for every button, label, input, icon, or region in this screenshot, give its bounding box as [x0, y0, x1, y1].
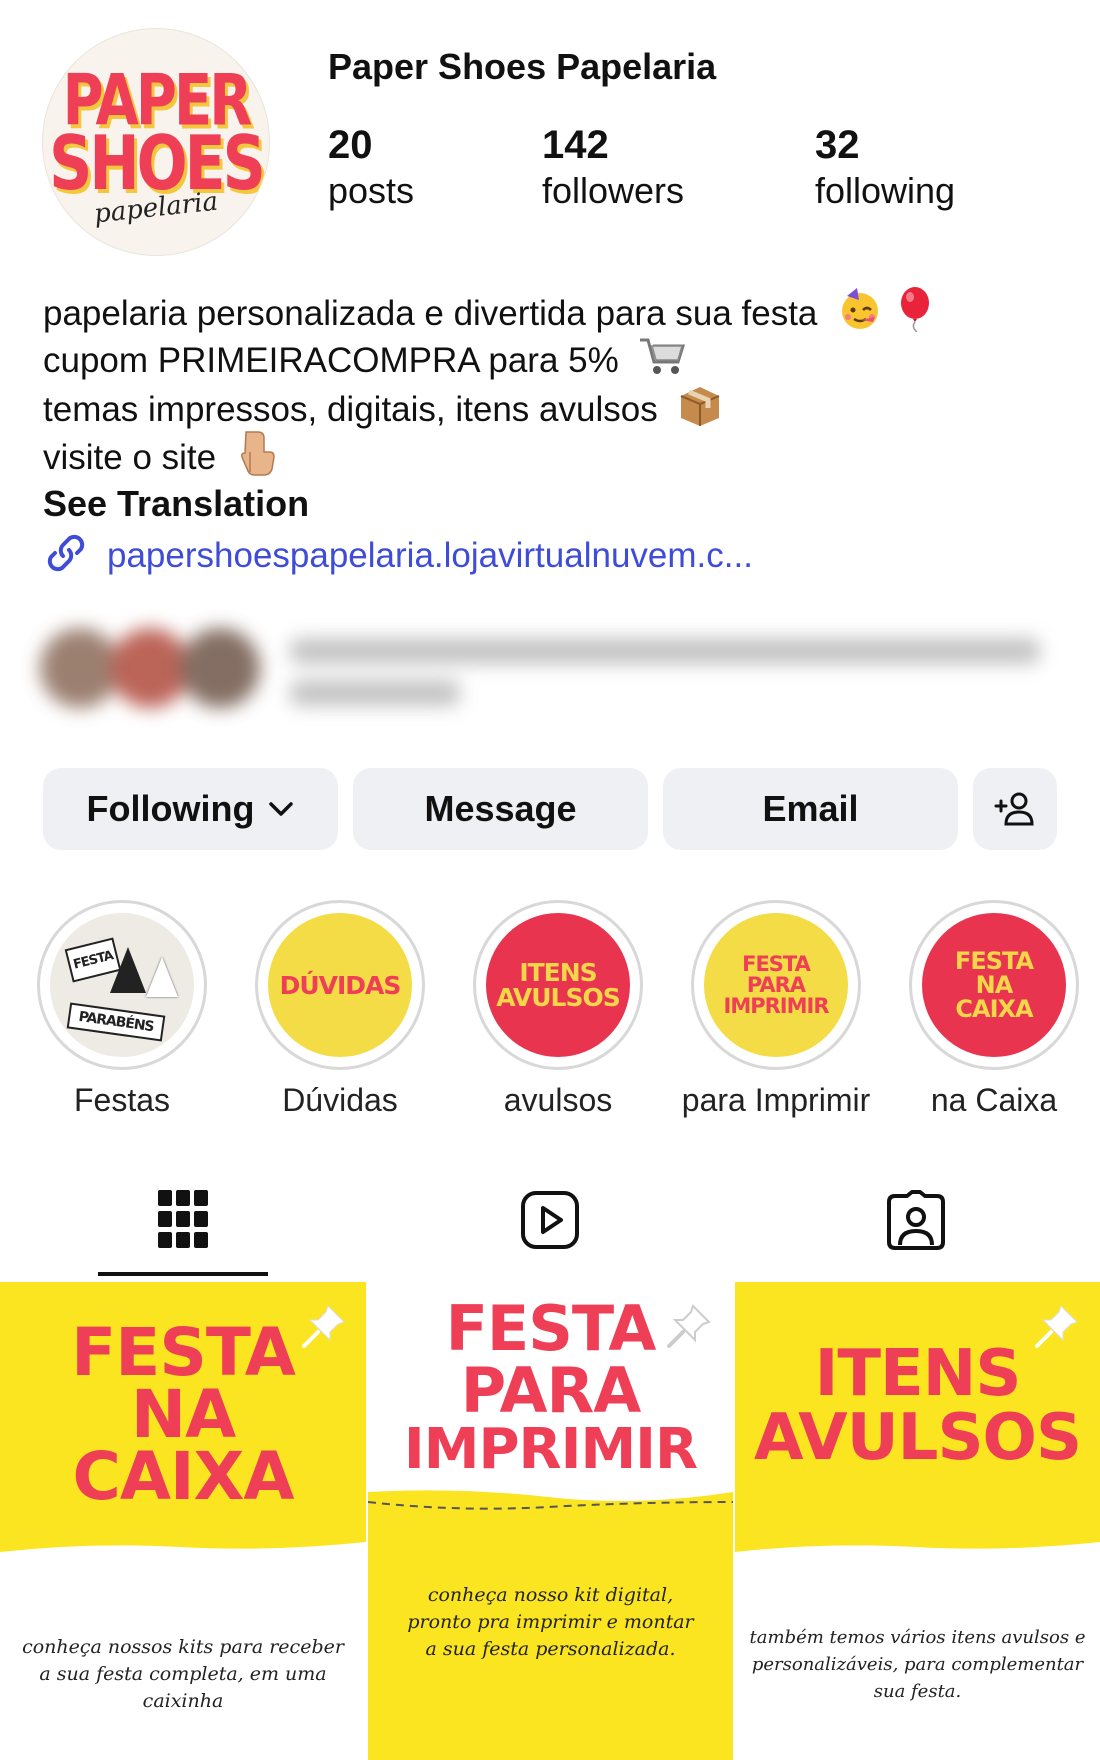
following-count[interactable]: 32 following	[815, 122, 955, 214]
highlight-duvidas[interactable]: DÚVIDAS	[255, 900, 425, 1070]
bio: papelaria personalizada e divertida para…	[43, 286, 1053, 528]
post-description-line: conheça nosso kit digital,	[427, 1584, 674, 1606]
post-description-line: a sua festa completa, em uma caixinha	[39, 1663, 327, 1712]
highlight-label: Festas	[73, 1082, 171, 1118]
bio-line-text: papelaria personalizada e divertida para…	[43, 293, 818, 333]
highlight-na-caixa[interactable]: FESTA NA CAIXA	[909, 900, 1079, 1070]
tab-tagged[interactable]	[886, 1190, 946, 1255]
profile-avatar[interactable]: PAPER SHOES papelaria	[42, 28, 270, 256]
highlight-duvidas-image: DÚVIDAS	[268, 913, 412, 1057]
suggested-accounts-button[interactable]	[973, 768, 1057, 850]
highlight-festas-art: PARABÉNS	[66, 1002, 166, 1042]
highlight-para-imprimir-art: IMPRIMIR	[723, 993, 830, 1018]
followed-by-text	[290, 680, 460, 706]
partying-face-icon	[837, 286, 883, 345]
post-description-line: também temos vários itens avulsos e	[749, 1627, 1086, 1648]
tagged-icon	[886, 1190, 946, 1255]
posts-count[interactable]: 20 posts	[328, 122, 414, 214]
post-description-line: conheça nossos kits para receber	[22, 1636, 344, 1658]
post-festa-para-imprimir[interactable]: FESTA PARA IMPRIMIR conheça nosso kit di…	[368, 1282, 733, 1760]
email-button[interactable]: Email	[663, 768, 958, 850]
followers-count[interactable]: 142 followers	[542, 122, 684, 214]
bio-line: visite o site	[43, 430, 1053, 478]
followers-count-label: followers	[542, 170, 685, 211]
website-link[interactable]: papershoespapelaria.lojavirtualnuvem.c..…	[43, 530, 753, 581]
post-description-line: personalizáveis, para complementar	[751, 1654, 1084, 1675]
highlight-festas[interactable]: FESTA PARABÉNS	[37, 900, 207, 1070]
grid-icon	[158, 1190, 208, 1253]
post-title-line: CAIXA	[72, 1438, 294, 1515]
highlight-label: Dúvidas	[282, 1082, 398, 1118]
highlight-na-caixa-art: FESTA	[954, 947, 1034, 975]
post-title: ITENS AVULSOS	[735, 1342, 1100, 1470]
tab-posts-grid[interactable]	[158, 1190, 208, 1253]
message-button-label: Message	[424, 788, 577, 829]
profile-name: Paper Shoes Papelaria	[328, 46, 717, 87]
highlight-label: para Imprimir	[681, 1082, 871, 1118]
post-title-line: AVULSOS	[753, 1401, 1082, 1475]
see-translation-link[interactable]: See Translation	[43, 480, 1053, 528]
highlight-avulsos-art: AVULSOS	[496, 983, 620, 1012]
pin-icon	[300, 1302, 348, 1355]
highlight-na-caixa-art: CAIXA	[955, 995, 1033, 1023]
highlight-duvidas-art: DÚVIDAS	[279, 970, 402, 1000]
active-tab-indicator	[98, 1272, 268, 1276]
post-title-line: PARA	[460, 1354, 641, 1427]
highlight-na-caixa-art: NA	[975, 971, 1014, 999]
post-festa-na-caixa[interactable]: FESTA NA CAIXA conheça nossos kits para …	[0, 1282, 366, 1760]
posts-count-label: posts	[328, 170, 415, 211]
posts-count-value: 20	[328, 123, 373, 167]
followers-count-value: 142	[542, 123, 609, 167]
post-title-line: IMPRIMIR	[403, 1417, 698, 1482]
message-button[interactable]: Message	[353, 768, 648, 850]
party-hat-icon	[146, 957, 178, 997]
bio-line-text: visite o site	[43, 437, 217, 477]
highlight-para-imprimir[interactable]: FESTA PARA IMPRIMIR	[691, 900, 861, 1070]
highlight-para-imprimir-image: FESTA PARA IMPRIMIR	[704, 913, 848, 1057]
following-button-label: Following	[86, 788, 255, 829]
email-button-label: Email	[762, 788, 859, 829]
pin-icon	[665, 1302, 713, 1355]
bio-line-text: cupom PRIMEIRACOMPRA para 5%	[43, 340, 619, 380]
highlight-avulsos-art: ITENS	[519, 958, 597, 987]
highlight-label: avulsos	[503, 1082, 613, 1118]
website-link-text[interactable]: papershoespapelaria.lojavirtualnuvem.c..…	[107, 536, 753, 576]
follower-avatar	[110, 628, 190, 708]
highlight-avulsos-image: ITENS AVULSOS	[486, 913, 630, 1057]
post-description-line: sua festa.	[873, 1681, 962, 1702]
balloon-icon	[897, 286, 933, 345]
post-description-line: pronto pra imprimir e montar	[407, 1611, 694, 1633]
follower-avatar	[180, 628, 260, 708]
highlight-para-imprimir-art: PARA	[746, 972, 806, 997]
followed-by-row[interactable]	[40, 628, 1050, 718]
add-person-icon	[994, 790, 1036, 828]
post-description: também temos vários itens avulsos e pers…	[735, 1624, 1100, 1705]
pin-icon	[1033, 1302, 1081, 1355]
bio-line-text: temas impressos, digitais, itens avulsos	[43, 389, 658, 429]
following-button[interactable]: Following	[43, 768, 338, 850]
follower-avatar	[40, 628, 120, 708]
post-itens-avulsos[interactable]: ITENS AVULSOS também temos vários itens …	[735, 1282, 1100, 1760]
tab-reels[interactable]	[520, 1190, 580, 1255]
post-description: conheça nossos kits para receber a sua f…	[0, 1634, 366, 1715]
bio-line: papelaria personalizada e divertida para…	[43, 286, 1053, 334]
highlight-label: na Caixa	[930, 1082, 1058, 1118]
following-count-label: following	[815, 170, 956, 211]
reels-icon	[520, 1190, 580, 1255]
chevron-down-icon	[268, 800, 294, 818]
highlight-festas-image: FESTA PARABÉNS	[50, 913, 194, 1057]
link-icon	[43, 530, 89, 581]
post-description-line: a sua festa personalizada.	[425, 1638, 676, 1660]
party-hat-icon	[110, 947, 146, 993]
highlight-avulsos[interactable]: ITENS AVULSOS	[473, 900, 643, 1070]
following-count-value: 32	[815, 123, 860, 167]
followed-by-text	[290, 638, 1040, 664]
post-wave	[735, 1522, 1100, 1592]
post-wave	[0, 1522, 366, 1592]
bio-line: temas impressos, digitais, itens avulsos	[43, 382, 1053, 430]
post-description: conheça nosso kit digital, pronto pra im…	[368, 1582, 733, 1663]
package-icon	[677, 382, 723, 441]
highlight-para-imprimir-art: FESTA	[742, 951, 811, 976]
highlight-na-caixa-image: FESTA NA CAIXA	[922, 913, 1066, 1057]
